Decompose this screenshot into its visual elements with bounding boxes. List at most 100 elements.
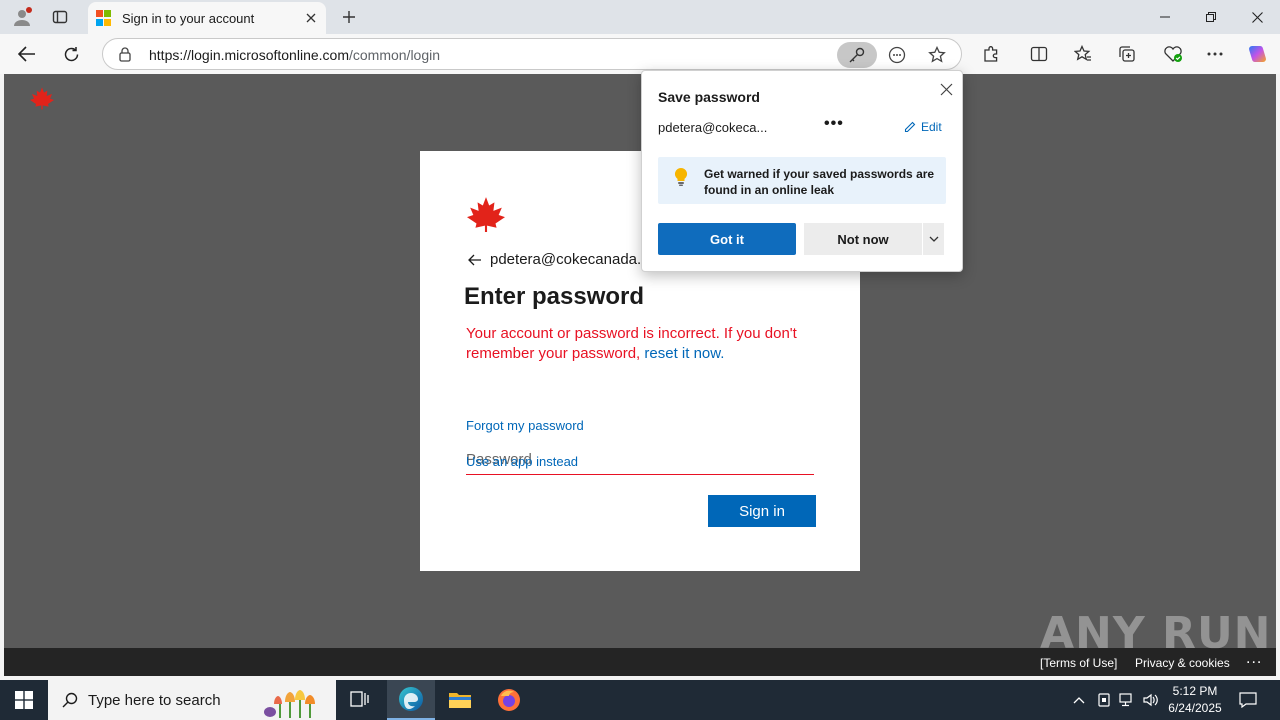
url-path: /common/login: [348, 47, 441, 63]
device-icon: [1098, 693, 1110, 707]
minimize-icon: [1160, 16, 1170, 18]
profile-button[interactable]: [6, 4, 38, 30]
copilot-icon: [1249, 46, 1266, 62]
tulips-illustration-icon: [260, 682, 330, 720]
task-view-icon: [350, 691, 369, 707]
terms-link[interactable]: [Terms of Use]: [1040, 656, 1117, 670]
favorites-button[interactable]: [1068, 39, 1098, 69]
password-key-button[interactable]: [837, 42, 877, 68]
account-more-button[interactable]: •••: [824, 115, 844, 133]
tab-active[interactable]: Sign in to your account: [88, 2, 326, 34]
copilot-button[interactable]: [1242, 39, 1272, 69]
chevron-down-icon: [929, 236, 938, 242]
heart-pulse-icon: [1164, 46, 1182, 62]
identity-email: pdetera@cokecanada.c: [490, 251, 649, 268]
arrow-left-icon: [18, 46, 35, 62]
puzzle-icon: [984, 46, 998, 62]
address-bar[interactable]: https://login.microsoftonline.com/common…: [102, 38, 962, 70]
not-now-button[interactable]: Not now: [804, 223, 922, 255]
more-horizontal-icon: [1207, 52, 1223, 56]
save-password-dialog: Save password pdetera@cokeca... ••• Edit…: [641, 70, 963, 272]
clock[interactable]: 5:12 PM 6/24/2025: [1160, 683, 1230, 717]
volume-button[interactable]: [1140, 680, 1162, 720]
not-now-dropdown-button[interactable]: [922, 223, 944, 255]
taskbar-search-box[interactable]: Type here to search: [48, 680, 336, 720]
got-it-button[interactable]: Got it: [658, 223, 796, 255]
lock-icon[interactable]: [117, 46, 133, 65]
footer-more-button[interactable]: ...: [1246, 650, 1262, 668]
lightbulb-icon: [674, 167, 688, 190]
maple-leaf-logo-icon: [28, 86, 56, 113]
read-aloud-button[interactable]: [877, 42, 917, 68]
favorite-button[interactable]: [917, 42, 957, 68]
back-button[interactable]: [12, 39, 42, 69]
arrow-left-icon[interactable]: [468, 254, 482, 266]
refresh-icon: [64, 46, 78, 61]
edge-browser-icon: [399, 687, 423, 711]
file-explorer-button[interactable]: [436, 680, 484, 720]
error-message: Your account or password is incorrect. I…: [466, 324, 816, 364]
microsoft-logo-icon: [96, 10, 112, 26]
tab-actions-icon: [52, 10, 68, 24]
edit-label: Edit: [921, 120, 942, 134]
close-icon: [940, 83, 952, 95]
browser-essentials-button[interactable]: [1158, 39, 1188, 69]
refresh-button[interactable]: [56, 39, 86, 69]
url-text[interactable]: https://login.microsoftonline.com/common…: [149, 47, 440, 63]
close-window-button[interactable]: [1234, 0, 1280, 34]
forgot-password-link[interactable]: Forgot my password: [466, 418, 584, 433]
leak-warning-box: Get warned if your saved passwords are f…: [658, 157, 946, 204]
collections-button[interactable]: [1112, 39, 1142, 69]
network-icon: [1119, 693, 1132, 707]
notification-icon: [1239, 692, 1257, 708]
chat-bubble-icon: [888, 46, 906, 64]
windows-logo-icon: [15, 691, 33, 709]
sign-in-button[interactable]: Sign in: [708, 495, 816, 527]
split-screen-button[interactable]: [1024, 39, 1054, 69]
star-icon: [928, 46, 946, 63]
dialog-close-button[interactable]: [936, 79, 956, 99]
show-hidden-icons-button[interactable]: [1068, 680, 1090, 720]
extensions-button[interactable]: [976, 39, 1006, 69]
use-app-link[interactable]: Use an app instead: [466, 454, 578, 469]
settings-more-button[interactable]: [1200, 39, 1230, 69]
split-screen-icon: [1030, 46, 1048, 62]
restore-icon: [1206, 12, 1216, 22]
page-viewport: pdetera@cokecanada.c Enter password Your…: [4, 74, 1276, 676]
search-icon: [62, 692, 78, 708]
close-icon: [1251, 11, 1263, 23]
navigation-bar: https://login.microsoftonline.com/common…: [0, 34, 1280, 74]
tab-close-button[interactable]: [300, 7, 322, 29]
minimize-button[interactable]: [1142, 0, 1188, 34]
pencil-icon: [904, 121, 916, 133]
search-placeholder: Type here to search: [88, 691, 221, 709]
page-title: Enter password: [464, 283, 645, 310]
restore-button[interactable]: [1188, 0, 1234, 34]
firefox-button[interactable]: [485, 680, 533, 720]
profile-icon: [14, 7, 32, 26]
identity-banner[interactable]: pdetera@cokecanada.c: [468, 251, 649, 268]
plus-icon: [343, 11, 355, 23]
privacy-link[interactable]: Privacy & cookies: [1135, 656, 1230, 670]
notifications-button[interactable]: [1236, 680, 1260, 720]
tab-title: Sign in to your account: [122, 10, 255, 26]
reset-password-link[interactable]: reset it now.: [644, 345, 724, 362]
favorites-star-icon: [1074, 45, 1091, 61]
new-tab-button[interactable]: [336, 4, 362, 30]
collections-icon: [1119, 46, 1135, 62]
error-text: Your account or password is incorrect. I…: [466, 325, 797, 362]
folder-icon: [449, 693, 471, 708]
task-view-button[interactable]: [336, 680, 384, 720]
tab-actions-button[interactable]: [44, 4, 76, 30]
tab-strip: Sign in to your account: [0, 0, 1280, 34]
page-footer: [Terms of Use] Privacy & cookies ...: [4, 648, 1276, 676]
start-button[interactable]: [0, 680, 48, 720]
edge-taskbar-button[interactable]: [387, 680, 435, 720]
taskbar: Type here to search 5:12 PM 6/24/2025: [0, 680, 1280, 720]
maple-leaf-logo-icon: [464, 195, 508, 236]
device-tray-button[interactable]: [1094, 680, 1114, 720]
clock-time: 5:12 PM: [1172, 684, 1218, 698]
edit-button[interactable]: Edit: [904, 120, 942, 134]
firefox-icon: [498, 689, 520, 711]
network-button[interactable]: [1116, 680, 1138, 720]
